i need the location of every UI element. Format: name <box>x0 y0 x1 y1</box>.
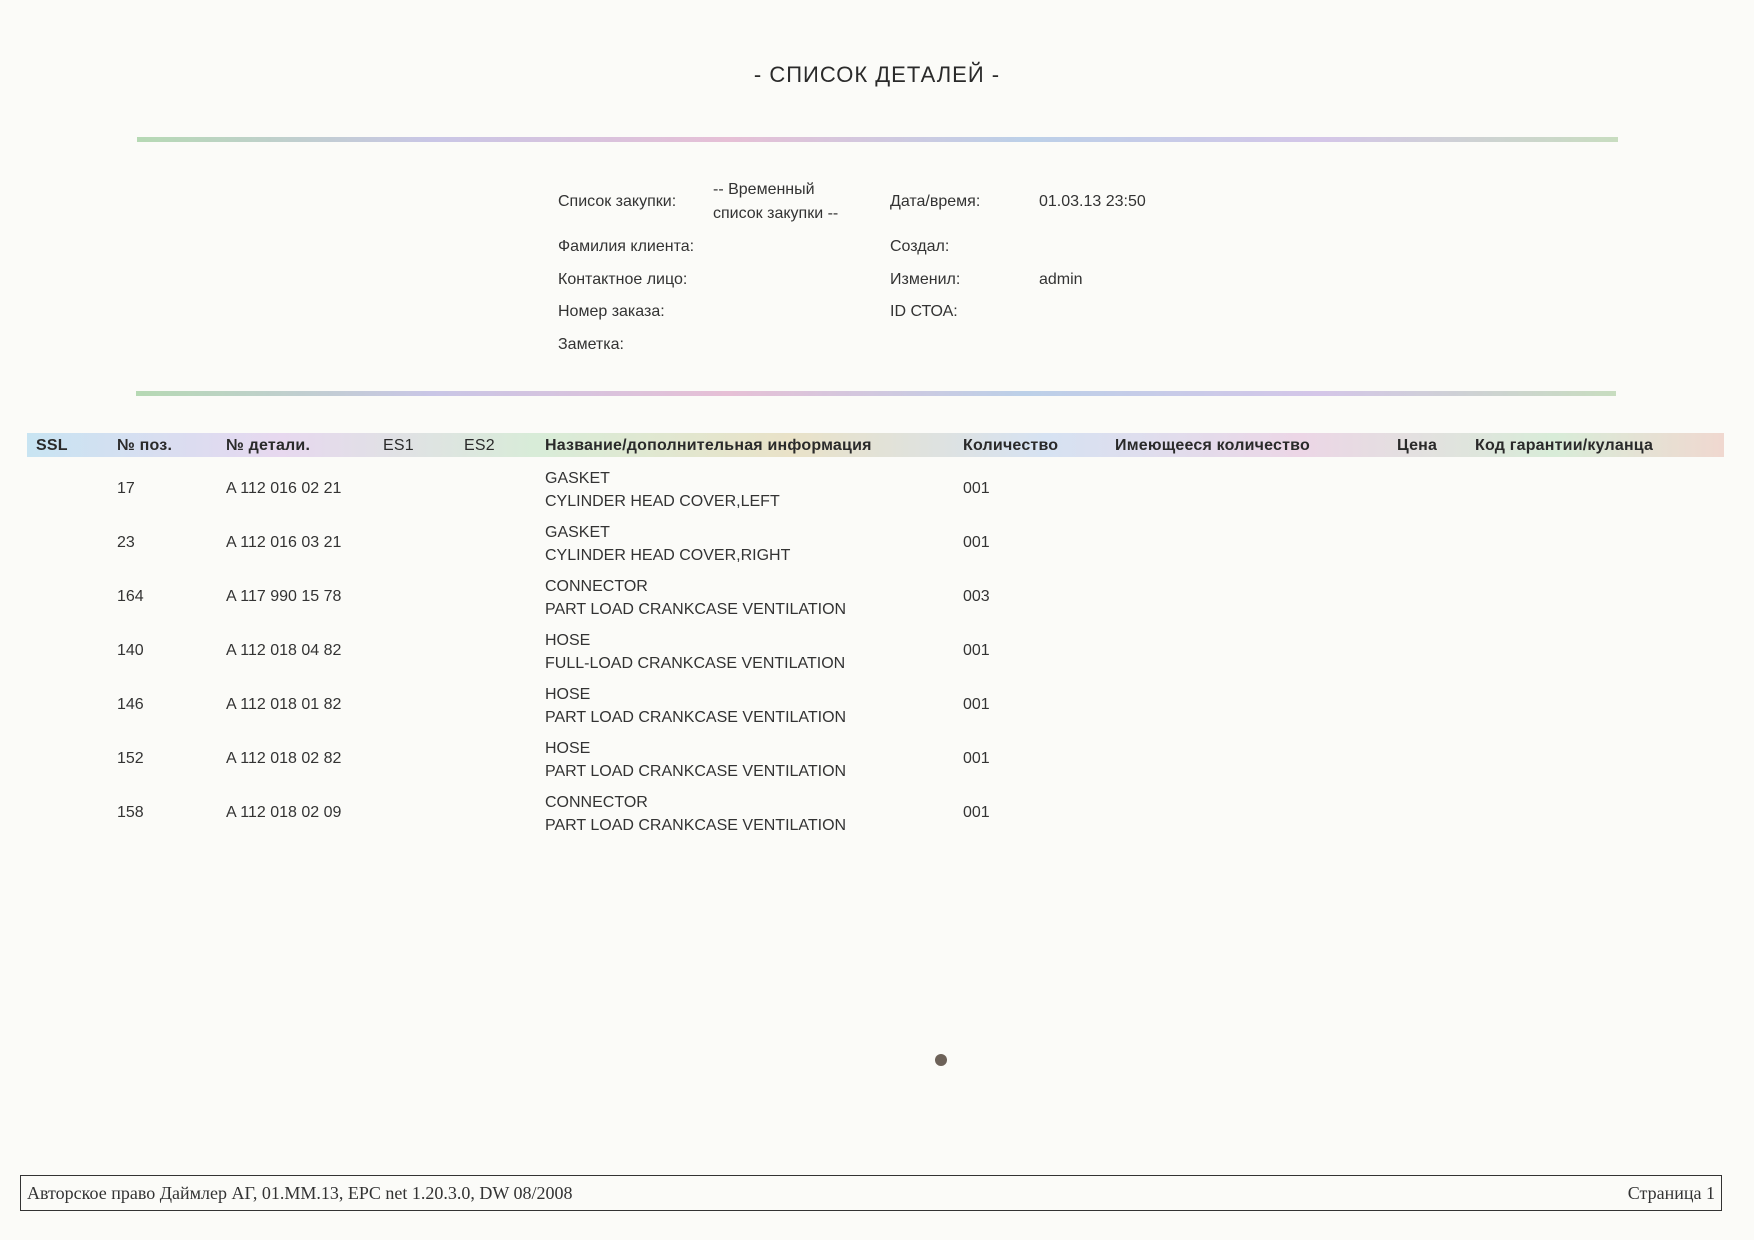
purchase-list-label: Список закупки: <box>558 193 677 210</box>
header-name: Название/дополнительная информация <box>545 437 872 454</box>
part-name: GASKET <box>545 524 610 541</box>
header-pos: № поз. <box>117 437 173 454</box>
cell-position: 152 <box>117 750 144 767</box>
cell-quantity: 001 <box>963 696 990 713</box>
cell-position: 140 <box>117 642 144 659</box>
cell-part-number: A 112 016 02 21 <box>226 480 342 497</box>
header-available: Имеющееся количество <box>1115 437 1310 454</box>
header-ssl: SSL <box>36 437 68 454</box>
cell-part-number: A 112 018 01 82 <box>226 696 342 713</box>
modified-value: admin <box>1039 271 1083 288</box>
page-number: Страница 1 <box>1627 1183 1715 1203</box>
client-label: Фамилия клиента: <box>558 238 695 255</box>
table-row: 158 A 112 018 02 09 001 CONNECTOR PART LOAD … <box>0 790 1754 844</box>
cell-quantity: 001 <box>963 750 990 767</box>
cell-quantity: 001 <box>963 534 990 551</box>
cell-position: 164 <box>117 588 144 605</box>
table-row: 23 A 112 016 03 21 001 GASKET CYLINDER HEAD … <box>0 520 1754 574</box>
part-name: GASKET <box>545 470 610 487</box>
table-row: 146 A 112 018 01 82 001 HOSE PART LOAD CRANK… <box>0 682 1754 736</box>
cell-quantity: 001 <box>963 480 990 497</box>
part-name: HOSE <box>545 740 591 757</box>
cell-position: 146 <box>117 696 144 713</box>
cell-name-info: HOSE FULL-LOAD CRANKCASE VENTILATION <box>545 629 845 675</box>
cell-part-number: A 112 018 02 82 <box>226 750 342 767</box>
footer: Авторское право Даймлер АГ, 01.ММ.13, EP… <box>20 1175 1722 1211</box>
page-title: - СПИСОК ДЕТАЛЕЙ - <box>753 62 1001 87</box>
top-divider <box>137 137 1618 142</box>
cell-name-info: CONNECTOR PART LOAD CRANKCASE VENTILATION <box>545 791 846 837</box>
part-name: CONNECTOR <box>545 578 648 595</box>
cell-position: 23 <box>117 534 135 551</box>
cell-quantity: 003 <box>963 588 990 605</box>
cell-name-info: GASKET CYLINDER HEAD COVER,LEFT <box>545 467 780 513</box>
part-name: HOSE <box>545 632 591 649</box>
cell-name-info: CONNECTOR PART LOAD CRANKCASE VENTILATION <box>545 575 846 621</box>
cell-position: 158 <box>117 804 144 821</box>
part-name: CONNECTOR <box>545 794 648 811</box>
purchase-list-value-line1: -- Временный <box>713 181 815 198</box>
datetime-value: 01.03.13 23:50 <box>1039 193 1146 210</box>
part-info: CYLINDER HEAD COVER,LEFT <box>545 493 780 510</box>
datetime-label: Дата/время: <box>890 193 981 210</box>
part-info: CYLINDER HEAD COVER,RIGHT <box>545 547 791 564</box>
middle-divider <box>136 391 1616 396</box>
cell-part-number: A 112 018 04 82 <box>226 642 342 659</box>
part-info: PART LOAD CRANKCASE VENTILATION <box>545 817 847 834</box>
header-qty: Количество <box>963 437 1059 454</box>
note-label: Заметка: <box>558 336 624 353</box>
part-info: PART LOAD CRANKCASE VENTILATION <box>545 601 847 618</box>
copyright-text: Авторское право Даймлер АГ, 01.ММ.13, EP… <box>27 1183 573 1203</box>
table-row: 17 A 112 016 02 21 001 GASKET CYLINDER HEAD … <box>0 466 1754 520</box>
cell-part-number: A 112 016 03 21 <box>226 534 342 551</box>
modified-label: Изменил: <box>890 271 961 288</box>
part-info: PART LOAD CRANKCASE VENTILATION <box>545 763 847 780</box>
cell-name-info: GASKET CYLINDER HEAD COVER,RIGHT <box>545 521 790 567</box>
purchase-list-value-line2: список закупки -- <box>713 205 839 222</box>
table-row: 152 A 112 018 02 82 001 HOSE PART LOAD CRANK… <box>0 736 1754 790</box>
contact-label: Контактное лицо: <box>558 271 688 288</box>
header-es1: ES1 <box>383 437 414 454</box>
cell-part-number: A 112 018 02 09 <box>226 804 342 821</box>
cell-part-number: A 117 990 15 78 <box>226 588 342 605</box>
cell-quantity: 001 <box>963 804 990 821</box>
part-info: FULL-LOAD CRANKCASE VENTILATION <box>545 655 846 672</box>
part-name: HOSE <box>545 686 591 703</box>
created-label: Создал: <box>890 238 950 255</box>
header-code: Код гарантии/куланца <box>1475 437 1654 454</box>
header-part: № детали. <box>226 437 311 454</box>
cell-name-info: HOSE PART LOAD CRANKCASE VENTILATION <box>545 683 846 729</box>
header-price: Цена <box>1397 437 1438 454</box>
order-label: Номер заказа: <box>558 303 665 320</box>
cell-name-info: HOSE PART LOAD CRANKCASE VENTILATION <box>545 737 846 783</box>
cell-position: 17 <box>117 480 135 497</box>
header-es2: ES2 <box>464 437 495 454</box>
table-row: 164 A 117 990 15 78 003 CONNECTOR PART LOAD … <box>0 574 1754 628</box>
part-info: PART LOAD CRANKCASE VENTILATION <box>545 709 847 726</box>
smudge <box>935 1054 947 1066</box>
cell-quantity: 001 <box>963 642 990 659</box>
table-row: 140 A 112 018 04 82 001 HOSE FULL-LOAD CRANK… <box>0 628 1754 682</box>
sto-id-label: ID СТОА: <box>890 303 958 320</box>
